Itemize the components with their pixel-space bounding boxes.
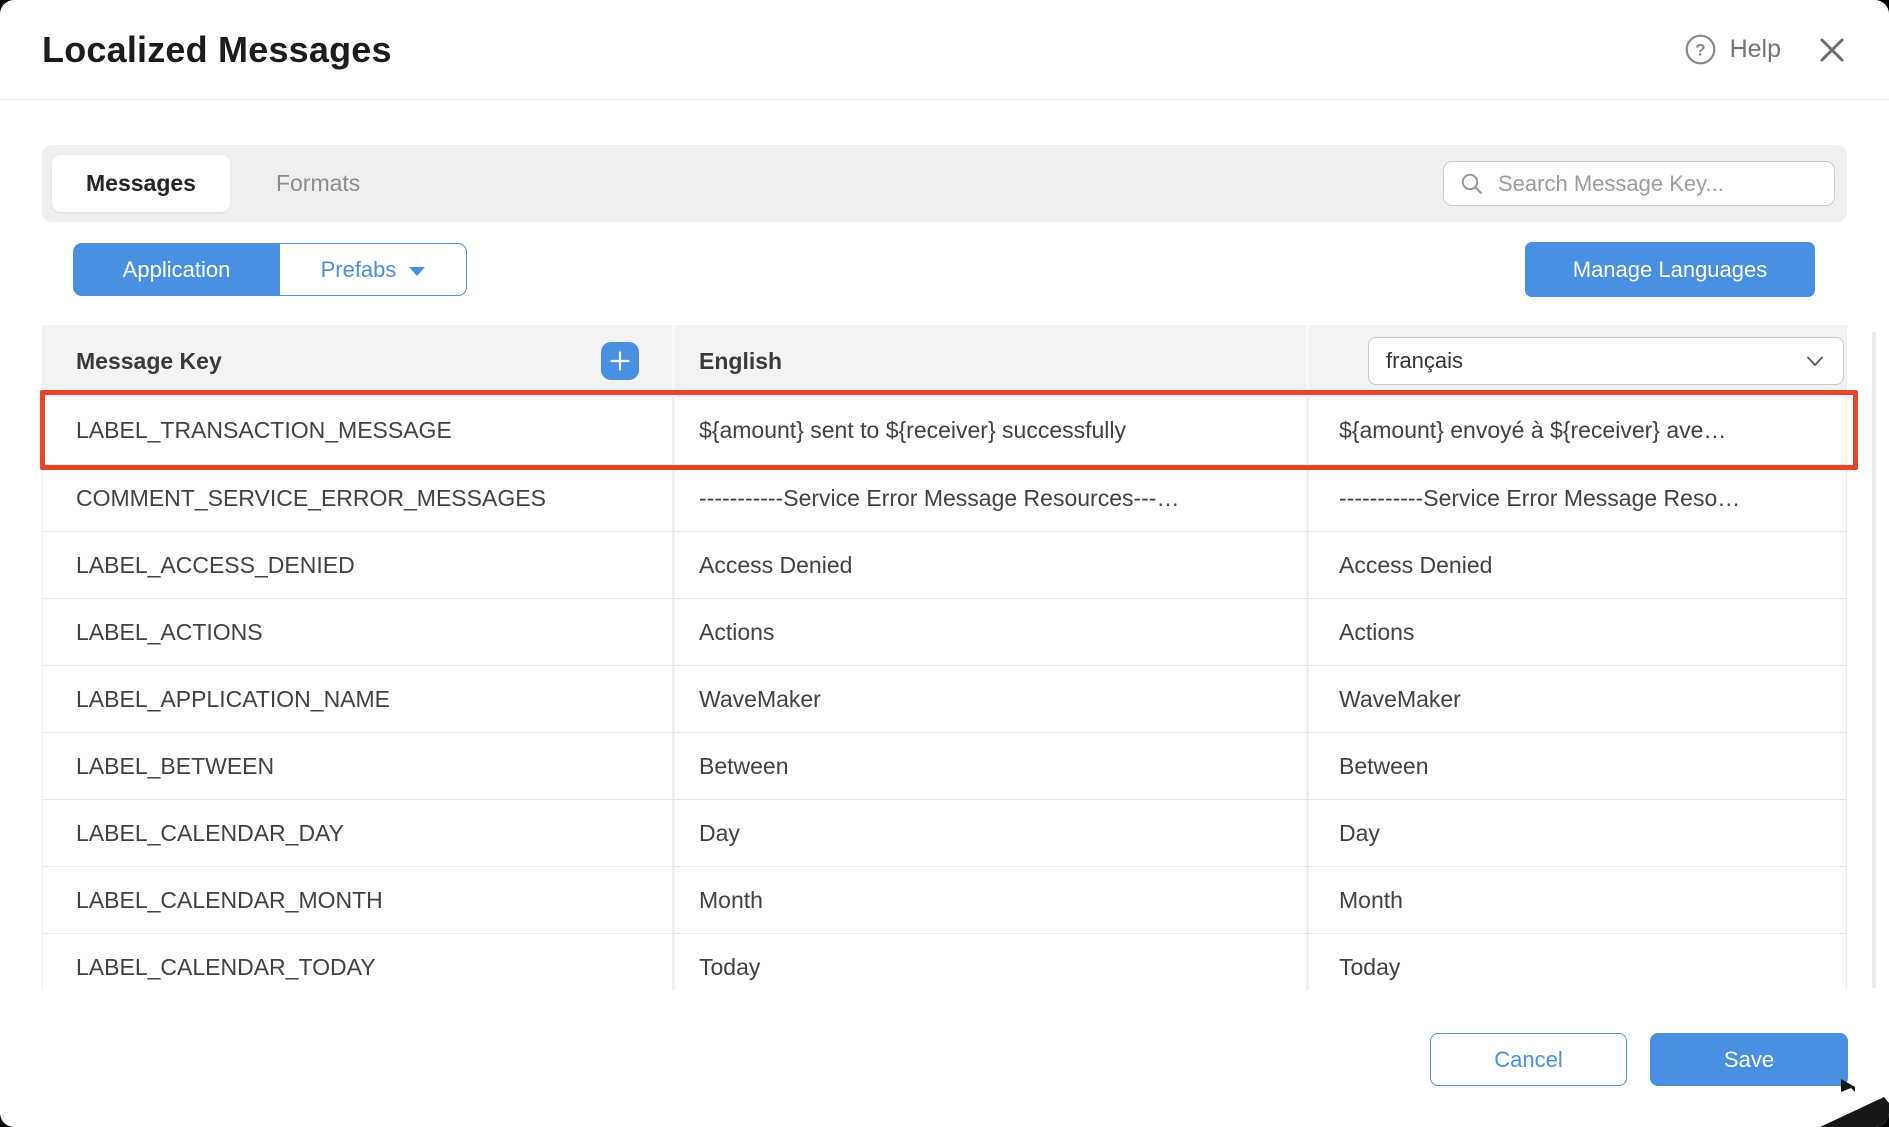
language-select[interactable]: français [1368, 337, 1844, 385]
prefabs-button[interactable]: Prefabs [279, 243, 467, 296]
tab-bar: Messages Formats [42, 145, 1847, 222]
english-header-label: English [699, 348, 782, 375]
table-row[interactable]: LABEL_ACCESS_DENIEDAccess DeniedAccess D… [43, 531, 1846, 598]
localized-messages-dialog: Localized Messages ? Help Me [0, 0, 1889, 1127]
cell-french[interactable]: Day [1309, 800, 1846, 866]
table-row[interactable]: LABEL_APPLICATION_NAMEWaveMakerWaveMaker [43, 665, 1846, 732]
save-button[interactable]: Save [1650, 1033, 1848, 1086]
tab-messages-label: Messages [86, 170, 196, 197]
cell-french[interactable]: ${amount} envoyé à ${receiver} ave… [1309, 397, 1846, 464]
message-key-header-label: Message Key [76, 348, 222, 375]
help-label: Help [1730, 35, 1781, 64]
caret-down-icon [409, 267, 425, 276]
cell-key[interactable]: LABEL_CALENDAR_MONTH [43, 867, 675, 933]
dialog-footer: Cancel Save [1430, 1033, 1848, 1086]
cell-key[interactable]: LABEL_BETWEEN [43, 733, 675, 799]
cell-english[interactable]: WaveMaker [675, 666, 1309, 732]
cell-english[interactable]: Day [675, 800, 1309, 866]
table-row[interactable]: LABEL_CALENDAR_MONTHMonthMonth [43, 866, 1846, 933]
plus-icon [610, 351, 630, 371]
help-button[interactable]: ? Help [1685, 34, 1781, 65]
cell-key[interactable]: LABEL_APPLICATION_NAME [43, 666, 675, 732]
cell-french[interactable]: Today [1309, 934, 1846, 990]
column-message-key: Message Key [43, 325, 675, 397]
dialog-header: Localized Messages ? Help [0, 0, 1889, 100]
table-row[interactable]: LABEL_BETWEENBetweenBetween [43, 732, 1846, 799]
column-english: English [675, 325, 1309, 397]
svg-text:?: ? [1695, 41, 1705, 60]
table-row[interactable]: LABEL_CALENDAR_DAYDayDay [43, 799, 1846, 866]
cell-french[interactable]: WaveMaker [1309, 666, 1846, 732]
cell-french[interactable]: -----------Service Error Message Reso… [1309, 465, 1846, 531]
page-title: Localized Messages [42, 29, 392, 71]
language-select-value: français [1386, 348, 1463, 374]
search-input[interactable] [1498, 171, 1820, 197]
cell-key[interactable]: LABEL_CALENDAR_TODAY [43, 934, 675, 990]
help-icon: ? [1685, 34, 1716, 65]
search-icon [1460, 172, 1484, 196]
tab-formats-label: Formats [276, 170, 360, 197]
close-icon[interactable] [1817, 35, 1847, 65]
cancel-button[interactable]: Cancel [1430, 1033, 1627, 1086]
table-row[interactable]: LABEL_CALENDAR_TODAYTodayToday [43, 933, 1846, 990]
table-row[interactable]: COMMENT_SERVICE_ERROR_MESSAGES----------… [43, 464, 1846, 531]
cell-french[interactable]: Month [1309, 867, 1846, 933]
cell-french[interactable]: Actions [1309, 599, 1846, 665]
cell-english[interactable]: Actions [675, 599, 1309, 665]
cell-key[interactable]: COMMENT_SERVICE_ERROR_MESSAGES [43, 465, 675, 531]
tab-formats[interactable]: Formats [242, 155, 394, 212]
table-row[interactable]: LABEL_TRANSACTION_MESSAGE${amount} sent … [43, 397, 1846, 464]
tab-messages[interactable]: Messages [52, 155, 230, 212]
search-box[interactable] [1443, 161, 1835, 206]
add-message-key-button[interactable] [601, 342, 639, 380]
cell-french[interactable]: Access Denied [1309, 532, 1846, 598]
cell-french[interactable]: Between [1309, 733, 1846, 799]
cell-key[interactable]: LABEL_CALENDAR_DAY [43, 800, 675, 866]
cell-english[interactable]: Access Denied [675, 532, 1309, 598]
scrollbar-track[interactable] [1872, 332, 1876, 988]
scope-segmented-control: Application Prefabs [73, 243, 467, 296]
manage-languages-button[interactable]: Manage Languages [1525, 242, 1815, 297]
messages-table: Message Key English français [42, 325, 1847, 990]
cell-english[interactable]: Today [675, 934, 1309, 990]
application-button[interactable]: Application [73, 243, 280, 296]
cell-english[interactable]: -----------Service Error Message Resourc… [675, 465, 1309, 531]
mouse-cursor [1820, 1094, 1889, 1127]
table-row[interactable]: LABEL_ACTIONSActionsActions [43, 598, 1846, 665]
table-header: Message Key English français [43, 325, 1846, 397]
chevron-down-icon [1803, 349, 1827, 373]
header-actions: ? Help [1685, 34, 1847, 65]
toolbar: Application Prefabs Manage Languages [42, 242, 1847, 297]
cell-english[interactable]: Between [675, 733, 1309, 799]
column-language: français [1309, 325, 1846, 397]
table-body: LABEL_TRANSACTION_MESSAGE${amount} sent … [43, 397, 1846, 990]
cell-key[interactable]: LABEL_ACCESS_DENIED [43, 532, 675, 598]
cell-english[interactable]: ${amount} sent to ${receiver} successful… [675, 397, 1309, 464]
cell-key[interactable]: LABEL_TRANSACTION_MESSAGE [43, 397, 675, 464]
cell-key[interactable]: LABEL_ACTIONS [43, 599, 675, 665]
prefabs-label: Prefabs [321, 257, 397, 283]
cell-english[interactable]: Month [675, 867, 1309, 933]
